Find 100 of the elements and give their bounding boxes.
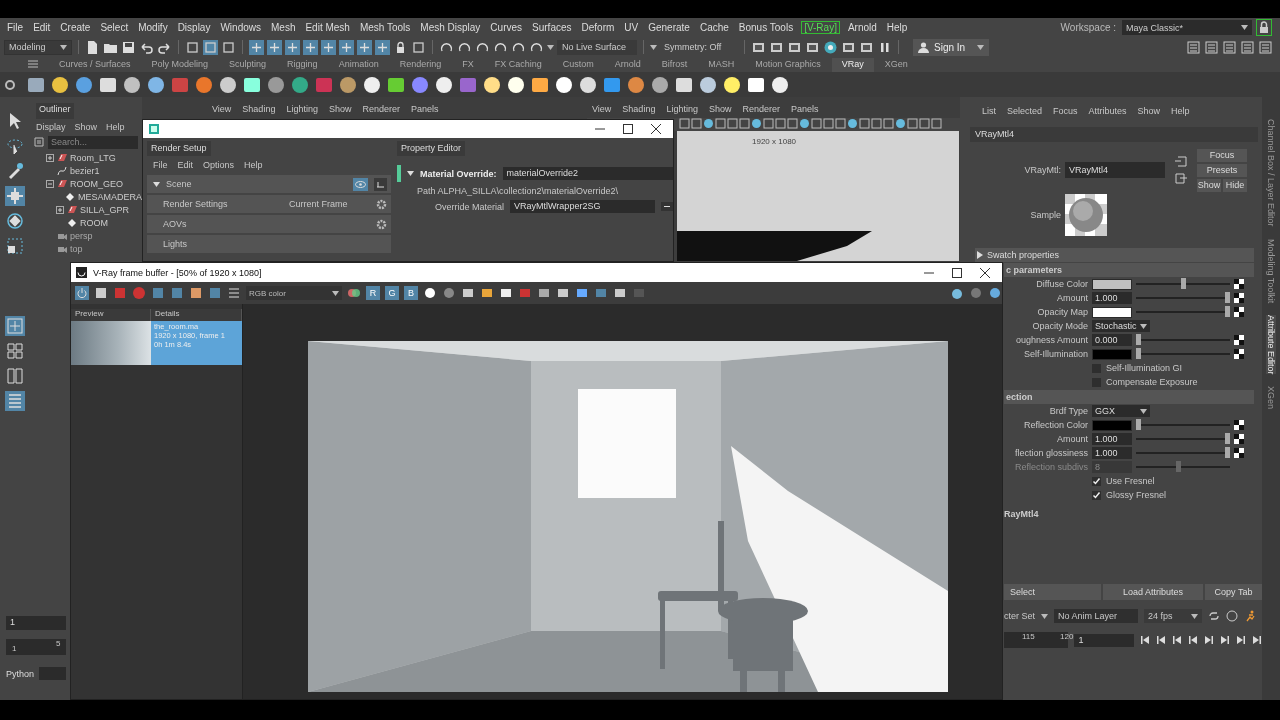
dropdown[interactable]: Stochastic xyxy=(1092,320,1150,332)
menu-item[interactable]: File xyxy=(153,160,168,171)
color-swatch[interactable] xyxy=(1092,278,1132,290)
map-button-icon[interactable] xyxy=(1234,349,1244,359)
number-field[interactable]: 1.000 xyxy=(1092,433,1132,445)
selection-mask-icon[interactable] xyxy=(357,39,372,55)
menu-item[interactable]: Show xyxy=(1137,106,1161,123)
color-channels-icon[interactable] xyxy=(347,286,361,300)
render-region-icon[interactable] xyxy=(988,286,1002,300)
shelf-tool-icon[interactable] xyxy=(122,74,142,95)
channel-box-icon[interactable] xyxy=(1222,39,1237,55)
action-button[interactable]: Select xyxy=(1004,584,1101,600)
shelf-tab[interactable]: VRay xyxy=(831,58,874,72)
section-header[interactable]: Swatch properties xyxy=(975,248,1254,262)
select-by-hierarchy-icon[interactable] xyxy=(185,39,200,55)
menu-item[interactable]: Edit Mesh xyxy=(300,22,355,33)
sound-icon[interactable] xyxy=(1226,610,1238,622)
frame-buffer-tool-icon[interactable] xyxy=(613,286,627,300)
render-sphere-icon[interactable] xyxy=(969,286,983,300)
shelf-tool-icon[interactable] xyxy=(218,74,238,95)
viewport-tool-icon[interactable] xyxy=(895,118,906,129)
attribute-editor-button[interactable]: Hide xyxy=(1223,178,1247,192)
sign-in-button[interactable]: Sign In xyxy=(913,38,989,56)
menu-item[interactable]: Generate xyxy=(643,22,695,33)
menu-item[interactable]: Help xyxy=(244,160,263,171)
menu-item[interactable]: Modify xyxy=(133,22,173,33)
selection-mask-icon[interactable] xyxy=(321,39,336,55)
mode-dropdown[interactable]: Modeling xyxy=(4,39,72,55)
menu-item[interactable]: Shading xyxy=(242,104,276,118)
menu-icon[interactable] xyxy=(227,286,241,300)
go-to-start-icon[interactable] xyxy=(1140,635,1150,645)
visibility-eye-icon[interactable] xyxy=(353,177,368,191)
outliner-item[interactable]: bezier1 xyxy=(70,165,100,176)
attribute-tab[interactable]: RayMtl4 xyxy=(1004,506,1262,522)
material-sample-swatch[interactable] xyxy=(1065,194,1107,236)
menu-item[interactable]: Shading xyxy=(622,104,656,118)
override-name-field[interactable]: materialOverride2 xyxy=(502,167,673,180)
outliner-item[interactable]: persp xyxy=(70,230,93,241)
menu-item[interactable]: UV xyxy=(619,22,644,33)
shelf-tool-icon[interactable] xyxy=(578,74,598,95)
menu-item[interactable]: Help xyxy=(881,22,913,33)
side-tab[interactable]: XGen xyxy=(1266,386,1276,410)
step-forward-frame-icon[interactable] xyxy=(1220,635,1230,645)
select-tool-icon[interactable] xyxy=(411,39,426,55)
selection-mask-icon[interactable] xyxy=(267,39,282,55)
slider-handle[interactable] xyxy=(1225,447,1230,458)
maximize-icon[interactable] xyxy=(623,124,633,134)
menu-item[interactable]: Surfaces xyxy=(527,22,577,33)
frame-buffer-tool-icon[interactable] xyxy=(480,286,494,300)
menu-item[interactable]: Lighting xyxy=(666,104,698,118)
attribute-editor-button[interactable]: Show xyxy=(1197,178,1221,192)
map-button-icon[interactable] xyxy=(1234,307,1244,317)
menu-item[interactable]: Focus xyxy=(1053,106,1078,123)
attribute-editor-button[interactable]: Focus xyxy=(1197,148,1247,162)
node-name-field[interactable]: VRayMtl4 xyxy=(1065,162,1165,178)
viewport-tool-icon[interactable] xyxy=(919,118,930,129)
new-file-icon[interactable] xyxy=(85,39,100,55)
shelf-tool-icon[interactable] xyxy=(482,74,502,95)
outliner-item[interactable]: Room_LTG xyxy=(70,152,116,163)
section-header[interactable]: c parameters xyxy=(1004,263,1254,277)
menu-item[interactable]: Deform xyxy=(576,22,620,33)
viewport-tool-icon[interactable] xyxy=(883,118,894,129)
collapse-arrow-icon[interactable] xyxy=(407,171,414,176)
number-field[interactable]: 0.000 xyxy=(1092,334,1132,346)
shelf-tool-icon[interactable] xyxy=(650,74,670,95)
time-range-bar[interactable]: 1 5 xyxy=(6,639,66,655)
render-view-icon[interactable] xyxy=(823,39,838,55)
save-icon[interactable] xyxy=(121,39,136,55)
play-backward-icon[interactable] xyxy=(1188,635,1198,645)
frame-field[interactable]: 1 xyxy=(6,616,66,630)
slider-handle[interactable] xyxy=(1225,292,1230,303)
number-field[interactable]: 1.000 xyxy=(1092,292,1132,304)
menu-item[interactable]: File xyxy=(2,22,29,33)
viewport-tool-icon[interactable] xyxy=(811,118,822,129)
menu-item[interactable]: Renderer xyxy=(742,104,780,118)
shelf-tool-icon[interactable] xyxy=(770,74,790,95)
render-layer-row[interactable]: Scene xyxy=(147,175,391,193)
menu-item[interactable]: Edit xyxy=(177,160,194,171)
menu-item[interactable]: Lighting xyxy=(286,104,318,118)
viewport-tool-icon[interactable] xyxy=(835,118,846,129)
viewport-tool-icon[interactable] xyxy=(787,118,798,129)
side-tab[interactable]: Attribute Editor xyxy=(1266,314,1276,375)
menu-item[interactable]: Arnold xyxy=(842,22,882,33)
search-field[interactable]: Search... xyxy=(48,135,138,149)
viewport-tool-icon[interactable] xyxy=(763,118,774,129)
action-button[interactable]: Copy Tab xyxy=(1205,584,1262,600)
lasso-icon[interactable] xyxy=(5,136,25,156)
frame-buffer-tool-icon[interactable] xyxy=(537,286,551,300)
menu-item[interactable]: Select xyxy=(95,22,134,33)
viewport-tool-icon[interactable] xyxy=(823,118,834,129)
slider-handle[interactable] xyxy=(1225,433,1230,444)
maximize-icon[interactable] xyxy=(952,267,962,278)
script-language-label[interactable]: Python xyxy=(6,668,35,679)
slider-handle[interactable] xyxy=(1136,419,1141,430)
render-layer-row[interactable]: Render Settings Current Frame xyxy=(147,195,391,213)
selection-mask-icon[interactable] xyxy=(285,39,300,55)
render-teapot-icon[interactable] xyxy=(950,286,964,300)
menu-item[interactable]: Help xyxy=(106,122,125,132)
selection-mask-icon[interactable] xyxy=(249,39,264,55)
menu-item[interactable]: Attributes xyxy=(1088,106,1127,123)
